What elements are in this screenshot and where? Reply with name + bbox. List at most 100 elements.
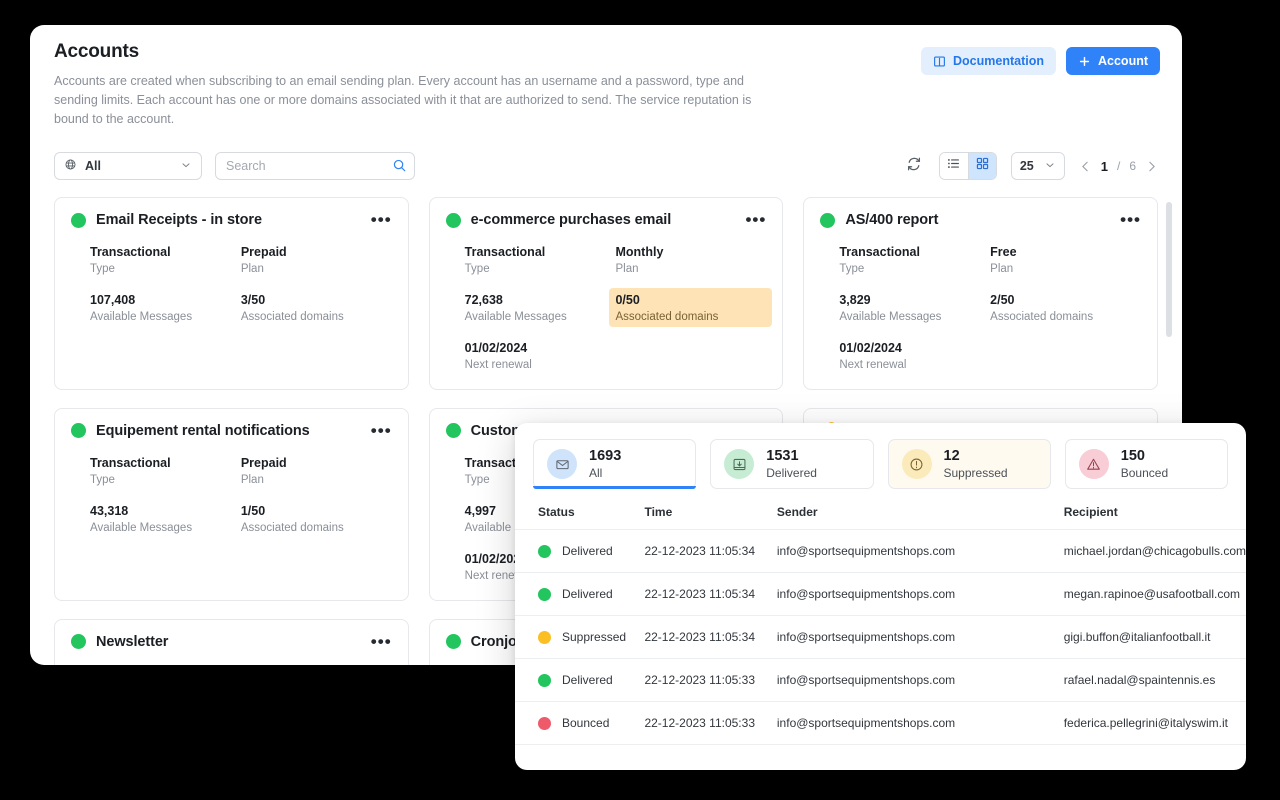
- card-messages-value: 43,318: [90, 503, 241, 520]
- account-name: Newsletter: [96, 634, 168, 650]
- vertical-scrollbar[interactable]: [1166, 202, 1172, 337]
- table-row[interactable]: Bounced22-12-2023 11:05:33info@sportsequ…: [515, 702, 1246, 745]
- warning-triangle-icon: [1079, 449, 1109, 479]
- card-field-messages: 43,318Available Messages: [90, 503, 241, 534]
- refresh-button[interactable]: [903, 155, 925, 177]
- table-row[interactable]: Delivered22-12-2023 11:05:34info@sportse…: [515, 573, 1246, 616]
- card-field-row: 01/02/2024Next renewal: [465, 340, 767, 371]
- card-body: TransactionalTypePrepaidPlan43,318Availa…: [71, 455, 392, 534]
- total-pages: 6: [1129, 159, 1136, 173]
- cell-status: Bounced: [515, 702, 644, 745]
- table-row[interactable]: Suppressed22-12-2023 11:05:34info@sports…: [515, 616, 1246, 659]
- card-field-plan: PrepaidPlan: [241, 455, 392, 486]
- account-status-dot: [446, 213, 461, 228]
- cell-status: Delivered: [515, 573, 644, 616]
- account-card[interactable]: Newsletter•••PromotionalTypeMonthlyPlan2…: [54, 619, 409, 666]
- cell-sender: info@sportsequipmentshops.com: [777, 659, 1064, 702]
- documentation-button[interactable]: Documentation: [921, 47, 1056, 75]
- globe-icon: [64, 158, 77, 174]
- account-card[interactable]: e-commerce purchases email ••• Transaction…: [429, 197, 784, 390]
- stat-card-suppressed[interactable]: 12Suppressed: [888, 439, 1051, 489]
- card-menu-button[interactable]: •••: [371, 427, 392, 435]
- search-input[interactable]: [215, 152, 415, 180]
- account-status-dot: [71, 423, 86, 438]
- card-messages-value: 3,829: [839, 292, 990, 309]
- account-name: e-commerce purchases email: [471, 212, 672, 228]
- card-messages-label: Available Messages: [90, 311, 241, 323]
- card-menu-button[interactable]: •••: [1120, 216, 1141, 224]
- stat-card-all[interactable]: 1693All: [533, 439, 696, 489]
- status-dot: [538, 588, 551, 601]
- filter-select[interactable]: All: [54, 152, 202, 180]
- card-header: Newsletter •••: [71, 634, 392, 650]
- stat-card-bounced[interactable]: 150Bounced: [1065, 439, 1228, 489]
- card-header: AS/400 report •••: [820, 212, 1141, 228]
- table-row[interactable]: Delivered22-12-2023 11:05:34info@sportse…: [515, 530, 1246, 573]
- card-type-value: Transactional: [90, 455, 241, 472]
- add-account-button[interactable]: Account: [1066, 47, 1160, 75]
- card-field-renewal: 01/02/2024Next renewal: [465, 340, 616, 371]
- add-account-label: Account: [1098, 54, 1148, 68]
- view-toggle-grid[interactable]: [968, 153, 996, 179]
- column-header-sender: Sender: [777, 505, 1064, 530]
- card-menu-button[interactable]: •••: [371, 638, 392, 646]
- card-type-label: Type: [90, 263, 241, 275]
- card-field-row: 01/02/2024 Next renewal: [839, 340, 1141, 371]
- page-size-select[interactable]: 25: [1011, 152, 1065, 180]
- card-body: TransactionalTypeMonthlyPlan72,638Availa…: [446, 244, 767, 371]
- card-type-label: Type: [465, 263, 616, 275]
- status-dot: [538, 674, 551, 687]
- card-menu-button[interactable]: •••: [371, 216, 392, 224]
- table-row[interactable]: Delivered22-12-2023 11:05:33info@sportse…: [515, 659, 1246, 702]
- book-icon: [933, 55, 946, 68]
- stat-card-delivered[interactable]: 1531Delivered: [710, 439, 873, 489]
- plus-icon: [1078, 55, 1091, 68]
- card-messages-value: 107,408: [90, 292, 241, 309]
- view-toggle: [939, 152, 997, 180]
- card-plan-value: Prepaid: [241, 455, 392, 472]
- stat-count: 150: [1121, 448, 1168, 465]
- table-header-row: Status Time Sender Recipient: [515, 505, 1246, 530]
- card-domains-value: 3/50: [241, 292, 392, 309]
- card-field-plan: MonthlyPlan: [615, 244, 766, 275]
- account-status-dot: [446, 423, 461, 438]
- card-field-row: TransactionalTypeFreePlan: [839, 244, 1141, 275]
- email-log-table: Status Time Sender Recipient Delivered22…: [515, 505, 1246, 745]
- stat-label: Bounced: [1121, 466, 1168, 480]
- inbox-download-icon: [724, 449, 754, 479]
- card-type-label: Type: [839, 263, 990, 275]
- card-renewal-value: 01/02/2024: [839, 340, 990, 357]
- account-status-dot: [446, 634, 461, 649]
- prev-page-button[interactable]: [1079, 160, 1092, 173]
- card-header: e-commerce purchases email •••: [446, 212, 767, 228]
- current-page: 1: [1101, 159, 1108, 174]
- card-field-row: 107,408 Available Messages3/50 Associated …: [90, 292, 392, 323]
- card-domains-label: Associated domains: [241, 311, 392, 323]
- card-body: TransactionalTypeFreePlan3,829Available …: [820, 244, 1141, 371]
- status-text: Delivered: [562, 673, 613, 687]
- cell-time: 22-12-2023 11:05:34: [644, 530, 776, 573]
- header-actions: Documentation Account: [921, 47, 1160, 75]
- status-text: Suppressed: [562, 630, 626, 644]
- cell-sender: info@sportsequipmentshops.com: [777, 573, 1064, 616]
- cell-status: Suppressed: [515, 616, 644, 659]
- column-header-status: Status: [515, 505, 644, 530]
- view-toggle-list[interactable]: [940, 153, 968, 179]
- card-menu-button[interactable]: •••: [745, 216, 766, 224]
- account-card[interactable]: Email Receipts - in store•••Transactiona…: [54, 197, 409, 390]
- card-messages-label: Available Messages: [465, 311, 616, 323]
- account-card[interactable]: Equipement rental notifications•••Transa…: [54, 408, 409, 601]
- stat-label: All: [589, 466, 621, 480]
- card-renewal-label: Next renewal: [839, 359, 990, 371]
- next-page-button[interactable]: [1145, 160, 1158, 173]
- stat-label: Suppressed: [944, 466, 1008, 480]
- card-field-type: Transactional Type: [90, 244, 241, 275]
- column-header-time: Time: [644, 505, 776, 530]
- card-type-value: Transactional: [90, 244, 241, 261]
- account-name: AS/400 report: [845, 212, 938, 228]
- cell-recipient: rafael.nadal@spaintennis.es: [1064, 659, 1246, 702]
- card-domains-value: 1/50: [241, 503, 392, 520]
- account-card[interactable]: AS/400 report ••• TransactionalTypeFreePla…: [803, 197, 1158, 390]
- stat-text: 1531Delivered: [766, 448, 817, 480]
- card-field-type: TransactionalType: [90, 455, 241, 486]
